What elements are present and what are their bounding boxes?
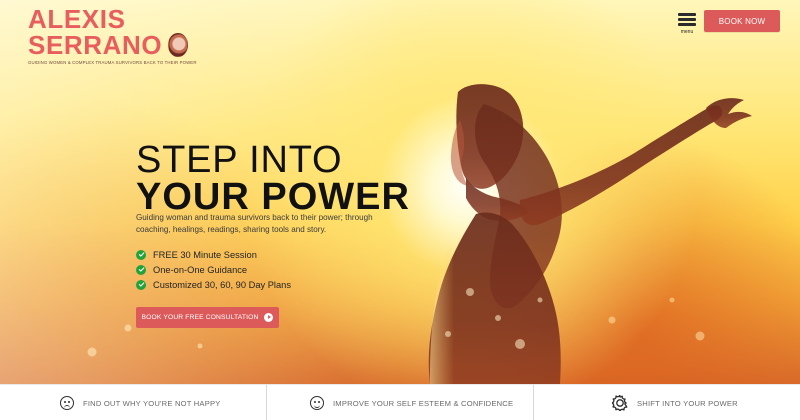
- feature-label: SHIFT INTO YOUR POWER: [637, 398, 738, 408]
- benefit-item: One-on-One Guidance: [136, 262, 396, 277]
- feature-item-not-happy[interactable]: FIND OUT WHY YOU'RE NOT HAPPY: [60, 385, 221, 420]
- features-bar: FIND OUT WHY YOU'RE NOT HAPPY IMPROVE YO…: [0, 384, 800, 420]
- hamburger-menu-icon: [678, 11, 696, 27]
- divider: [533, 385, 534, 420]
- feature-item-shift-power[interactable]: SHIFT INTO YOUR POWER: [612, 385, 738, 420]
- feature-label: IMPROVE YOUR SELF ESTEEM & CONFIDENCE: [333, 398, 514, 408]
- brand-name-line2: SERRANO: [28, 30, 163, 60]
- benefit-item: Customized 30, 60, 90 Day Plans: [136, 277, 396, 292]
- book-free-consultation-label: BOOK YOUR FREE CONSULTATION: [141, 314, 259, 321]
- landing-page: ALEXIS SERRANO GUIDING WOMEN & COMPLEX T…: [0, 0, 800, 420]
- avatar: [168, 33, 188, 57]
- arrow-right-icon: [264, 313, 274, 322]
- hero-benefits-list: FREE 30 Minute Session One-on-One Guidan…: [136, 247, 396, 292]
- benefit-text: FREE 30 Minute Session: [153, 249, 257, 260]
- divider: [266, 385, 267, 420]
- hero-headline-line2: YOUR POWER: [136, 176, 410, 218]
- hero-headline: STEP INTO YOUR POWER: [136, 139, 456, 218]
- hero-description: Guiding woman and trauma survivors back …: [136, 213, 373, 234]
- happy-face-icon: [310, 396, 324, 410]
- check-circle-icon: [136, 249, 146, 260]
- brand-logo[interactable]: ALEXIS SERRANO GUIDING WOMEN & COMPLEX T…: [28, 4, 197, 65]
- feature-label: FIND OUT WHY YOU'RE NOT HAPPY: [83, 398, 221, 408]
- feature-item-self-esteem[interactable]: IMPROVE YOUR SELF ESTEEM & CONFIDENCE: [310, 385, 513, 420]
- menu-label: menu: [680, 29, 694, 35]
- benefit-text: One-on-One Guidance: [153, 264, 248, 275]
- check-circle-icon: [136, 264, 146, 275]
- hero-headline-line1: STEP INTO: [136, 139, 343, 181]
- gear-icon: [612, 395, 628, 411]
- benefit-item: FREE 30 Minute Session: [136, 247, 396, 262]
- sad-face-icon: [60, 396, 74, 410]
- book-free-consultation-button[interactable]: BOOK YOUR FREE CONSULTATION: [136, 307, 279, 328]
- brand-name-line2-row: SERRANO: [28, 32, 188, 58]
- brand-name-line1: ALEXIS: [28, 4, 126, 34]
- brand-tagline: GUIDING WOMEN & COMPLEX TRAUMA SURVIVORS…: [28, 60, 197, 65]
- book-now-button[interactable]: BOOK NOW: [704, 10, 780, 32]
- benefit-text: Customized 30, 60, 90 Day Plans: [153, 279, 291, 290]
- check-circle-icon: [136, 279, 146, 290]
- menu-button[interactable]: menu: [676, 11, 698, 37]
